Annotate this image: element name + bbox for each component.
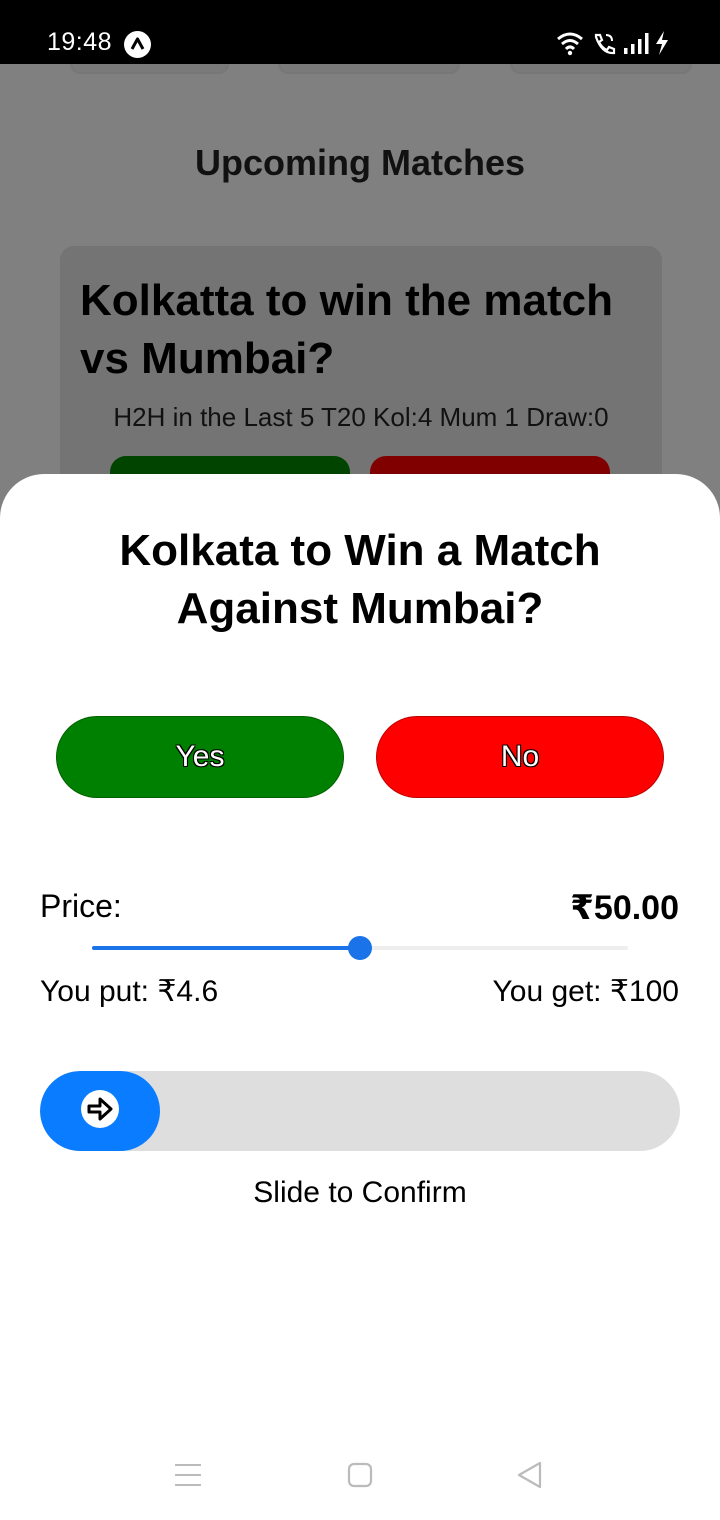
slide-to-confirm-handle[interactable] <box>40 1071 160 1151</box>
you-put-amount: You put: ₹4.6 <box>40 975 219 1008</box>
match-h2h-stats: H2H in the Last 5 T20 Kol:4 Mum 1 Draw:0 <box>113 402 609 432</box>
status-icons <box>556 29 676 57</box>
menu-icon[interactable] <box>174 1460 202 1495</box>
yes-button[interactable]: Yes <box>56 716 344 798</box>
wifi-call-icon <box>594 33 616 55</box>
status-time: 19:48 <box>47 28 113 56</box>
signal-icon <box>624 33 649 54</box>
arrow-right-icon <box>80 1089 120 1134</box>
a-logo-icon <box>124 31 151 58</box>
top-tab-stub <box>278 64 460 74</box>
charging-icon <box>656 31 668 55</box>
top-tab-stub <box>70 64 229 74</box>
slide-to-confirm-label: Slide to Confirm <box>253 1176 467 1209</box>
price-slider[interactable] <box>92 936 628 960</box>
bet-bottom-sheet: Kolkata to Win a Match Against Mumbai? Y… <box>0 474 720 1520</box>
home-square-icon[interactable] <box>347 1460 375 1495</box>
sheet-title: Kolkata to Win a Match Against Mumbai? <box>119 526 601 633</box>
slide-to-confirm-track[interactable] <box>40 1071 680 1151</box>
you-get-amount: You get: ₹100 <box>492 975 679 1008</box>
no-button[interactable]: No <box>376 716 664 798</box>
wifi-icon <box>557 32 583 56</box>
price-label: Price: <box>40 888 122 924</box>
price-slider-thumb[interactable] <box>348 936 372 960</box>
match-question: Kolkatta to win the match vs Mumbai? <box>80 276 613 383</box>
page-title: Upcoming Matches <box>194 142 526 183</box>
status-bar: 19:48 <box>0 0 720 64</box>
price-value: ₹50.00 <box>570 889 679 927</box>
price-slider-fill <box>92 946 360 950</box>
top-tab-stub <box>510 64 692 74</box>
back-triangle-icon[interactable] <box>516 1460 544 1495</box>
